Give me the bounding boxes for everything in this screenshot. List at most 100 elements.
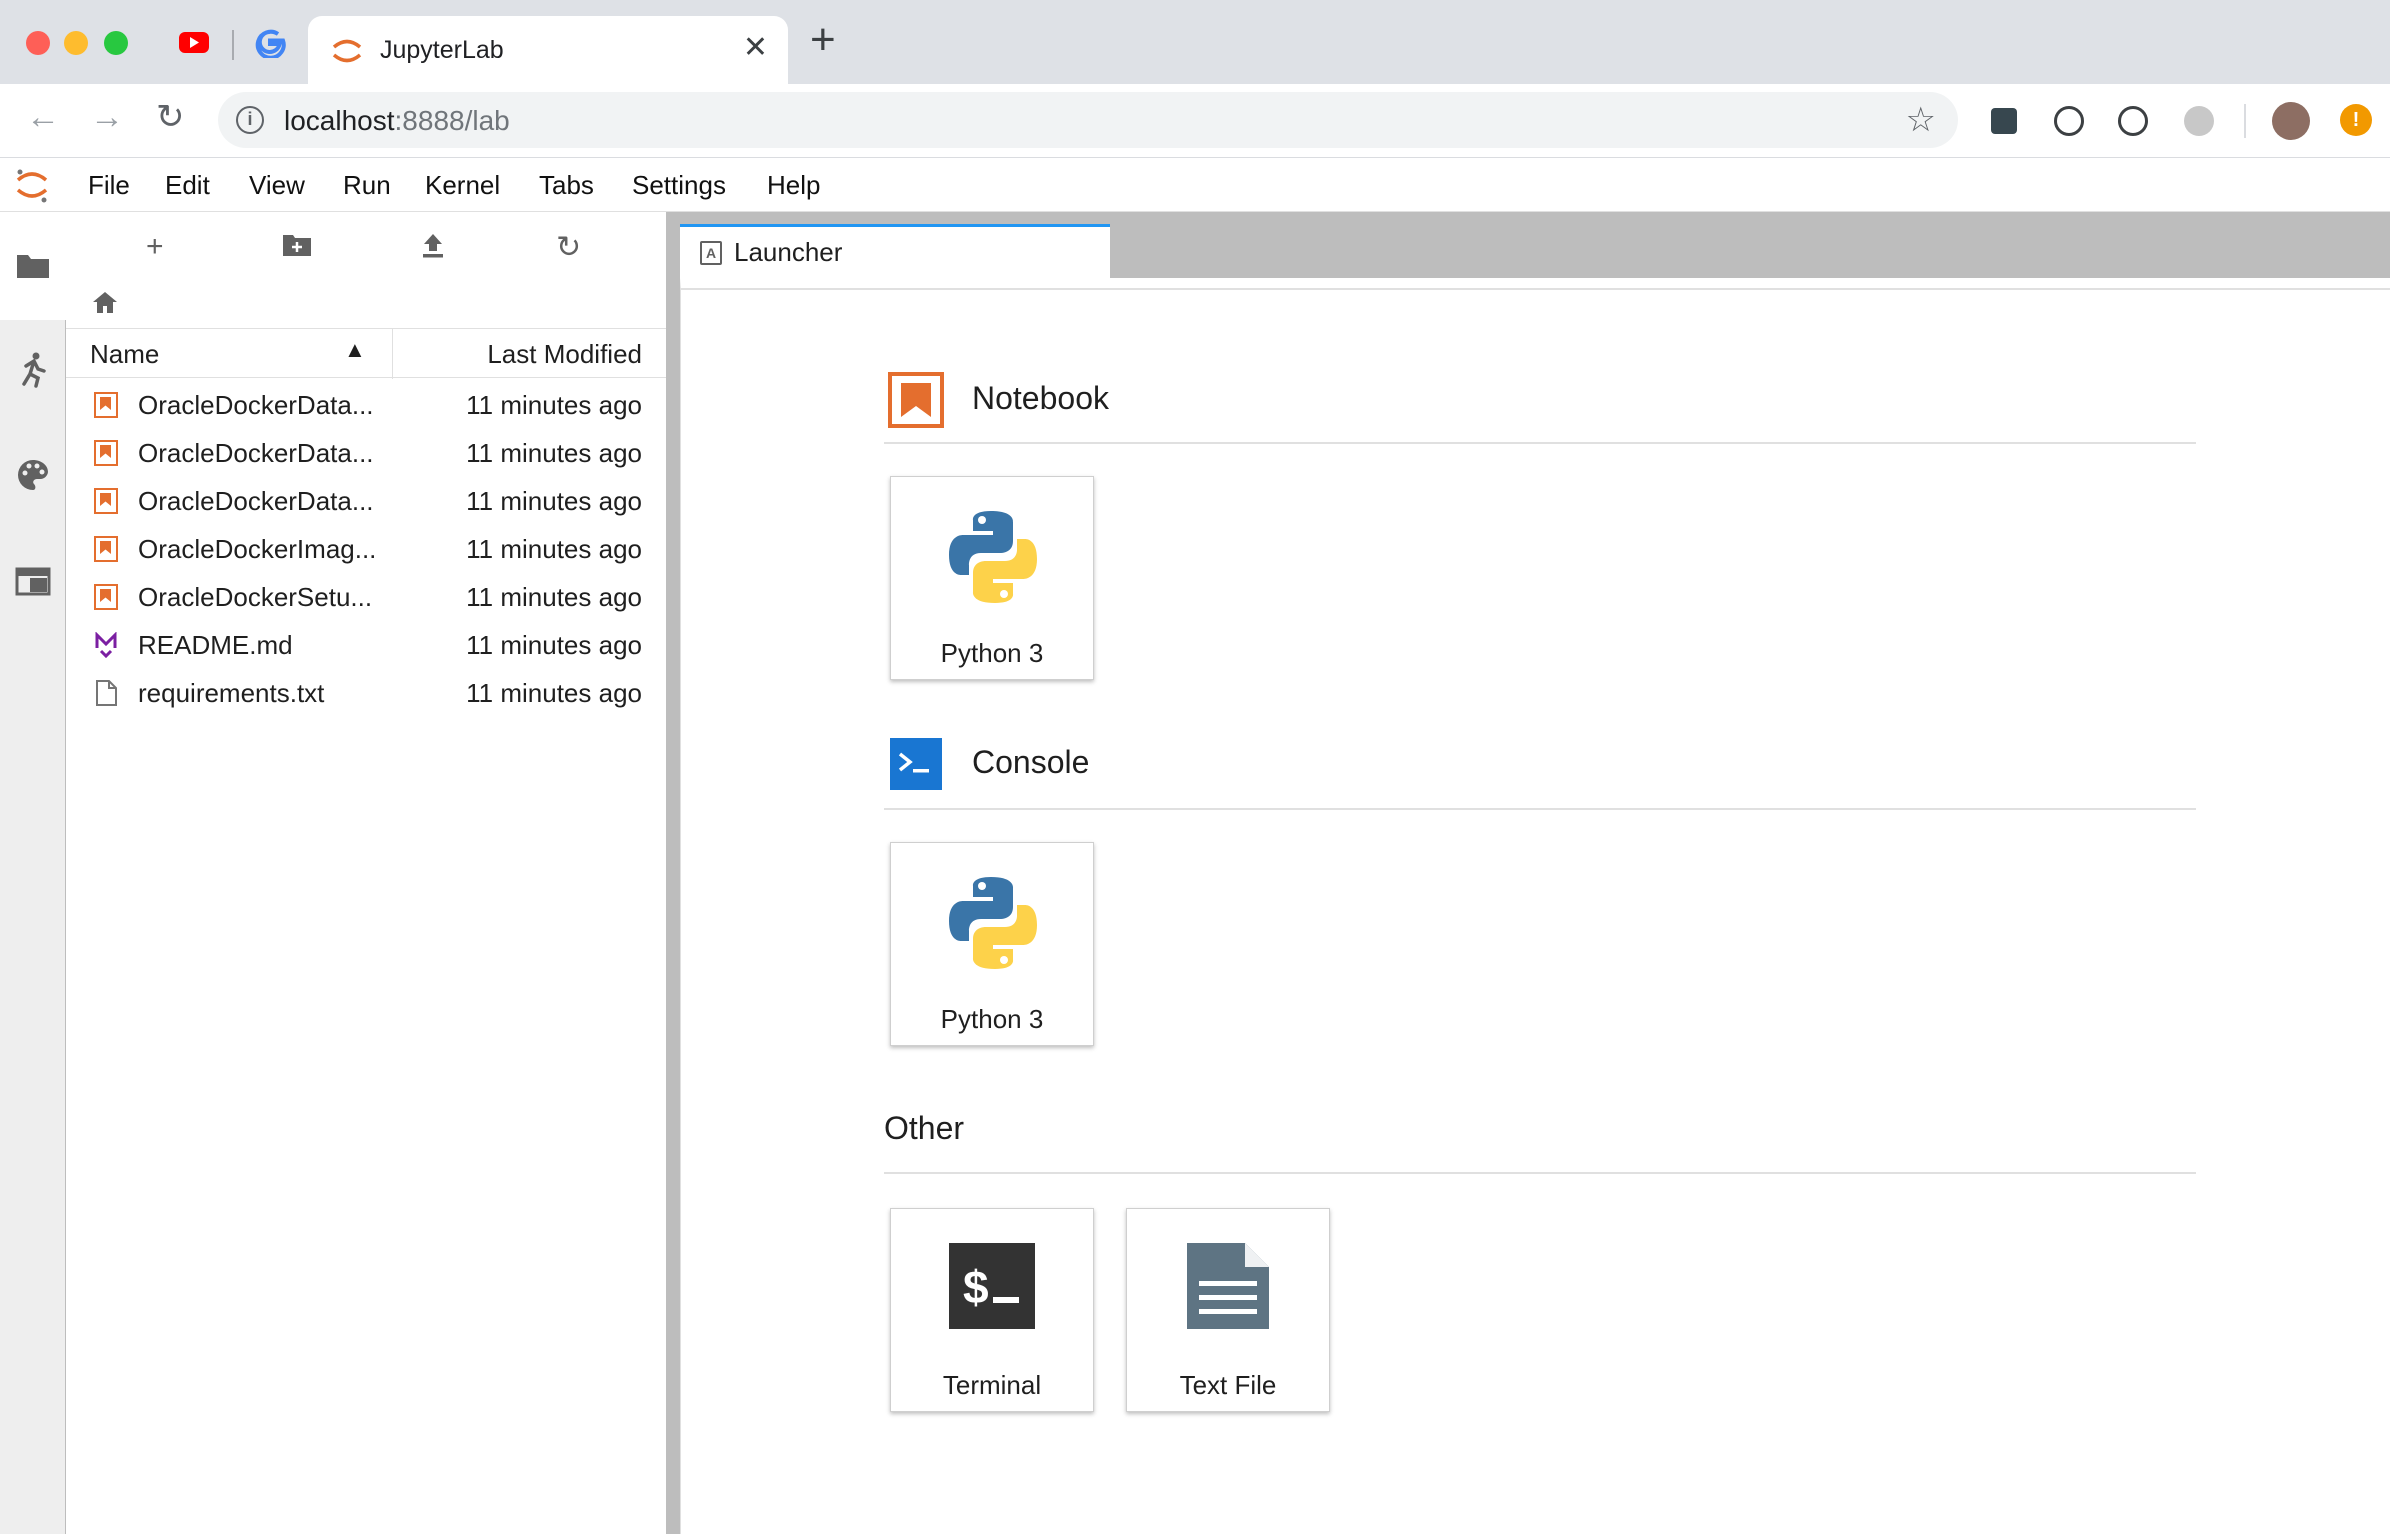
site-info-icon[interactable]: i <box>236 106 264 134</box>
reload-icon[interactable]: ↻ <box>156 100 185 134</box>
menu-file[interactable]: File <box>88 170 130 201</box>
browser-tab-title: JupyterLab <box>380 36 504 64</box>
last-modified-column-header[interactable]: Last Modified <box>487 339 642 370</box>
tab-launcher[interactable]: A Launcher <box>680 224 1110 278</box>
extension-x-icon[interactable] <box>1991 108 2017 134</box>
text-file-icon <box>1187 1243 1269 1329</box>
close-window-button[interactable] <box>26 31 50 55</box>
jupyter-favicon-icon <box>332 39 362 63</box>
file-modified: 11 minutes ago <box>466 534 642 564</box>
left-activity-bar <box>0 212 66 1534</box>
text-file-card[interactable]: Text File <box>1126 1208 1330 1412</box>
notebook-python3-card[interactable]: Python 3 <box>890 476 1094 680</box>
column-divider[interactable] <box>392 329 393 379</box>
youtube-tab[interactable] <box>176 26 212 58</box>
file-name: README.md <box>138 630 293 660</box>
browser-titlebar: JupyterLab ✕ + <box>0 0 2390 84</box>
file-modified: 11 minutes ago <box>466 630 642 660</box>
new-folder-icon[interactable] <box>282 232 312 258</box>
address-bar[interactable]: i localhost:8888/lab ☆ <box>218 92 1958 148</box>
console-section-icon <box>890 738 942 790</box>
maximize-window-button[interactable] <box>104 31 128 55</box>
refresh-icon[interactable]: ↻ <box>556 230 581 265</box>
file-row[interactable]: requirements.txt 11 minutes ago <box>66 668 666 716</box>
file-row[interactable]: OracleDockerData... 11 minutes ago <box>66 380 666 428</box>
file-name: OracleDockerData... <box>138 438 374 468</box>
card-label: Terminal <box>942 1370 1042 1400</box>
notebook-file-icon <box>94 536 118 562</box>
file-modified: 11 minutes ago <box>466 582 642 612</box>
card-label: Python 3 <box>940 1004 1044 1034</box>
console-section-rule <box>884 808 2196 810</box>
menu-kernel[interactable]: Kernel <box>425 170 500 201</box>
terminal-card[interactable]: $ Terminal <box>890 1208 1094 1412</box>
file-name: OracleDockerImag... <box>138 534 377 564</box>
console-python3-card[interactable]: Python 3 <box>890 842 1094 1046</box>
notebook-file-icon <box>94 584 118 610</box>
google-tab[interactable] <box>252 26 288 60</box>
upload-icon[interactable] <box>420 232 446 260</box>
extension-password-icon[interactable] <box>2054 106 2084 136</box>
card-label: Text File <box>1179 1370 1277 1400</box>
new-launcher-icon[interactable]: + <box>146 230 164 264</box>
file-name: requirements.txt <box>138 678 325 708</box>
update-alert-icon[interactable]: ! <box>2340 104 2372 136</box>
extension-json-icon[interactable] <box>2118 106 2148 136</box>
close-tab-icon[interactable]: ✕ <box>743 30 768 65</box>
minimize-window-button[interactable] <box>64 31 88 55</box>
file-modified: 11 minutes ago <box>466 678 642 708</box>
file-row[interactable]: README.md 11 minutes ago <box>66 620 666 668</box>
tab-divider <box>232 30 234 60</box>
notebook-file-icon <box>94 440 118 466</box>
menu-edit[interactable]: Edit <box>165 170 210 201</box>
notebook-file-icon <box>94 488 118 514</box>
profile-avatar[interactable] <box>2272 102 2310 140</box>
svg-text:$: $ <box>963 1261 989 1313</box>
browser-toolbar: ← → ↻ i localhost:8888/lab ☆ ! <box>0 84 2390 158</box>
file-browser-panel: + ↻ Name ▲ Last Modified OracleDockerDat… <box>66 212 666 1534</box>
new-tab-button[interactable]: + <box>810 18 836 62</box>
forward-arrow-icon[interactable]: → <box>90 100 124 134</box>
sort-ascending-icon[interactable]: ▲ <box>344 337 366 363</box>
terminal-icon: $ <box>949 1243 1035 1329</box>
running-icon[interactable] <box>14 350 52 388</box>
palette-icon[interactable] <box>14 456 52 494</box>
url-text[interactable]: localhost:8888/lab <box>284 105 510 137</box>
file-row[interactable]: OracleDockerSetu... 11 minutes ago <box>66 572 666 620</box>
menu-help[interactable]: Help <box>767 170 820 201</box>
launcher-icon: A <box>700 241 722 265</box>
menu-run[interactable]: Run <box>343 170 391 201</box>
python-logo-icon <box>949 877 1037 969</box>
menu-settings[interactable]: Settings <box>632 170 726 201</box>
markdown-file-icon <box>95 632 117 658</box>
extension-grey-icon[interactable] <box>2184 106 2214 136</box>
file-modified: 11 minutes ago <box>466 486 642 516</box>
menu-view[interactable]: View <box>249 170 305 201</box>
panel-splitter[interactable] <box>666 212 680 1534</box>
tabs-icon[interactable] <box>14 562 52 600</box>
folder-icon[interactable] <box>14 246 52 284</box>
name-column-header[interactable]: Name <box>90 339 159 370</box>
notebook-section-icon <box>888 372 944 428</box>
notebook-section-title: Notebook <box>972 380 1109 416</box>
card-label: Python 3 <box>940 638 1044 668</box>
python-logo-icon <box>949 511 1037 603</box>
jupyter-menubar: File Edit View Run Kernel Tabs Settings … <box>0 158 2390 212</box>
back-arrow-icon[interactable]: ← <box>26 100 60 134</box>
toolbar-divider <box>2244 104 2246 138</box>
text-file-icon <box>96 680 117 706</box>
other-section-title: Other <box>884 1110 965 1146</box>
file-row[interactable]: OracleDockerData... 11 minutes ago <box>66 476 666 524</box>
active-browser-tab[interactable]: JupyterLab ✕ <box>308 16 788 84</box>
file-modified: 11 minutes ago <box>466 438 642 468</box>
menu-tabs[interactable]: Tabs <box>539 170 594 201</box>
home-icon[interactable] <box>92 290 118 314</box>
file-name: OracleDockerData... <box>138 486 374 516</box>
file-row[interactable]: OracleDockerImag... 11 minutes ago <box>66 524 666 572</box>
file-modified: 11 minutes ago <box>466 390 642 420</box>
main-tab-bar: A Launcher <box>680 212 2390 278</box>
console-section-title: Console <box>972 744 1090 780</box>
file-row[interactable]: OracleDockerData... 11 minutes ago <box>66 428 666 476</box>
youtube-icon <box>179 32 209 53</box>
bookmark-star-icon[interactable]: ☆ <box>1906 100 1936 140</box>
